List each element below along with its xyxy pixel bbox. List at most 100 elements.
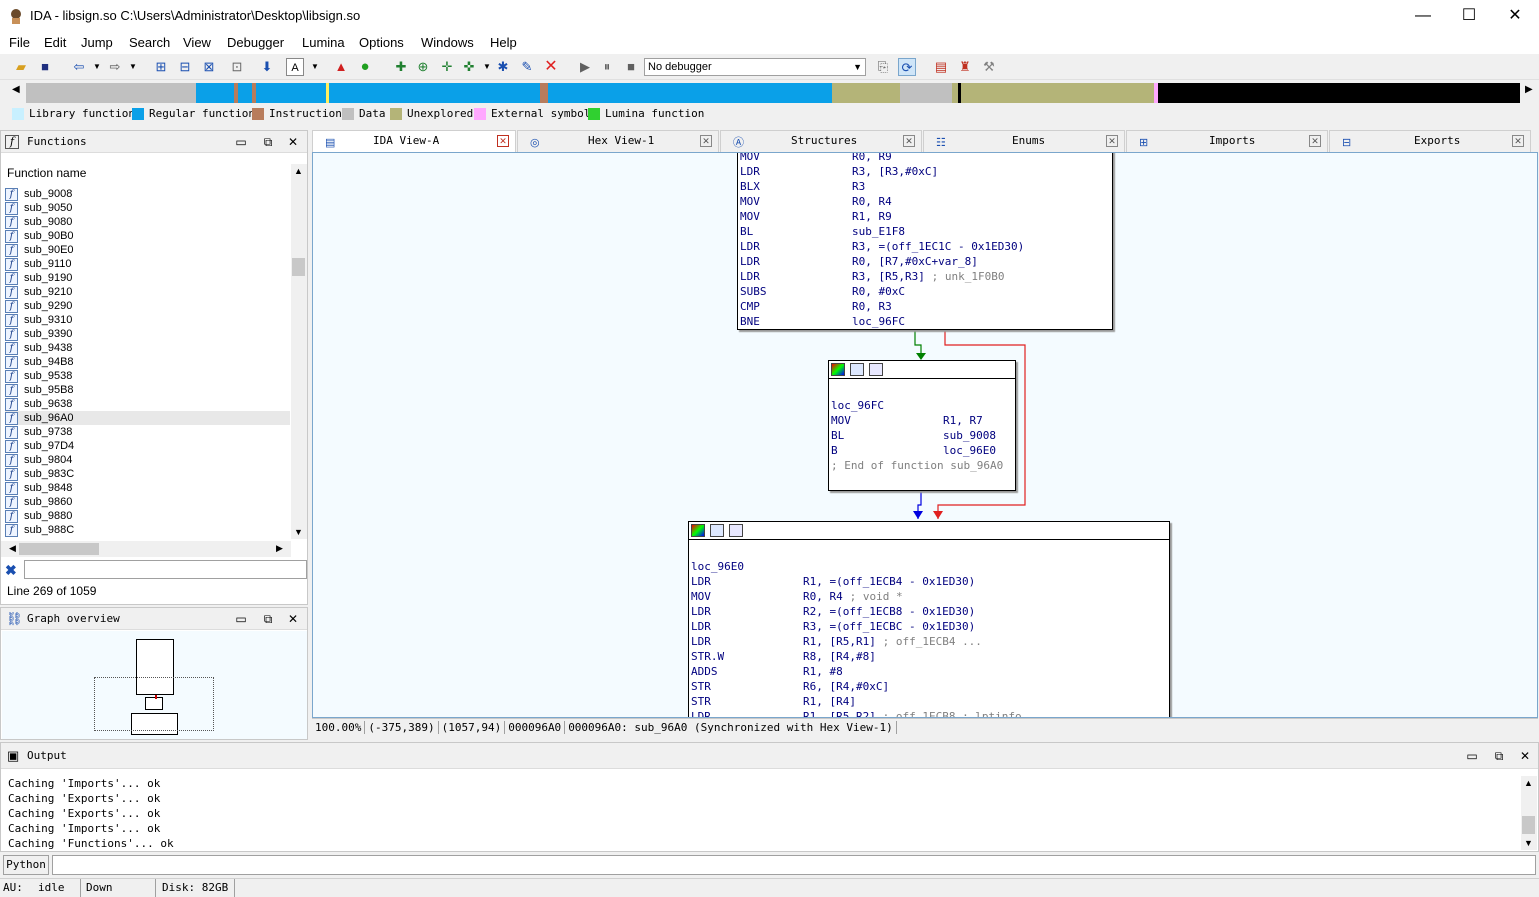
graph-icon[interactable]: ▤	[932, 58, 950, 76]
add-enum-icon[interactable]: ✛	[438, 58, 456, 76]
function-list-item[interactable]: f sub_96A0	[5, 411, 290, 425]
panel-maximize-icon[interactable]: ▭	[1465, 743, 1479, 769]
cli-language-button[interactable]: Python	[3, 855, 49, 875]
function-list-item[interactable]: f sub_9008	[5, 187, 290, 201]
asm-operands[interactable]: R8, [R4,#8]	[803, 649, 876, 664]
tab-close-icon[interactable]: ✕	[1106, 135, 1118, 147]
nav-right-arrow-icon[interactable]: ▶	[1525, 84, 1533, 95]
menu-windows[interactable]: Windows	[421, 35, 474, 50]
close-window-button[interactable]: ✕	[1492, 0, 1538, 32]
scroll-up-icon[interactable]: ▲	[1524, 778, 1533, 788]
asm-operands[interactable]: R0, R9	[852, 153, 892, 164]
forward-dropdown-icon[interactable]: ▼	[124, 58, 142, 76]
asm-operands[interactable]: R1, [R5,R2]	[803, 709, 876, 717]
function-list-item[interactable]: f sub_90E0	[5, 243, 290, 257]
tab-imports[interactable]: ⊞ Imports ✕	[1126, 130, 1328, 152]
asm-operands[interactable]: R0, R4	[803, 589, 843, 604]
label-loc-96e0[interactable]: loc_96E0	[691, 559, 744, 574]
scroll-up-icon[interactable]: ▲	[294, 166, 303, 176]
menu-help[interactable]: Help	[490, 35, 517, 50]
asm-operands[interactable]: R0, R3	[852, 299, 892, 314]
function-list-item[interactable]: f sub_9310	[5, 313, 290, 327]
back-dropdown-icon[interactable]: ▼	[88, 58, 106, 76]
menu-view[interactable]: View	[183, 35, 211, 50]
function-list-item[interactable]: f sub_9190	[5, 271, 290, 285]
flowchart-icon[interactable]: ♜	[956, 58, 974, 76]
asm-operands[interactable]: R2, =(off_1ECB8 - 0x1ED30)	[803, 604, 975, 619]
warning-icon[interactable]: ▲	[332, 58, 350, 76]
panel-float-icon[interactable]: ⧉	[261, 131, 275, 153]
hscroll-thumb[interactable]	[19, 543, 99, 555]
stop-icon[interactable]: ■	[622, 58, 640, 76]
scroll-right-icon[interactable]: ▶	[276, 543, 283, 554]
color-icon[interactable]	[691, 524, 705, 537]
menu-search[interactable]: Search	[129, 35, 170, 50]
function-list-item[interactable]: f sub_9880	[5, 509, 290, 523]
graph-node-loc-96fc[interactable]: loc_96FC MOV R1, R7 BL sub_9008 Bloc_96E0 ; …	[828, 360, 1016, 491]
graph-node-loc-96e0[interactable]: loc_96E0 LDR R1, =(off_1ECB4 - 0x1ED30) MO…	[688, 521, 1170, 717]
navigator-bar[interactable]	[26, 83, 1520, 103]
asm-operands[interactable]: loc_96FC	[852, 314, 905, 329]
debugger-select[interactable]: No debugger ▼	[644, 58, 866, 76]
output-scrollbar[interactable]: ▲ ▼	[1521, 776, 1537, 850]
function-list-item[interactable]: f sub_95B8	[5, 383, 290, 397]
jump-down-icon[interactable]: ⬇	[258, 58, 276, 76]
add-function-icon[interactable]: ✚	[392, 58, 410, 76]
green-circle-icon[interactable]: ●	[356, 58, 374, 76]
tab-hex-view-1[interactable]: ◎ Hex View-1 ✕	[517, 130, 719, 152]
asm-operands[interactable]: R0, #0xC	[852, 284, 905, 299]
asm-operands[interactable]: R1, [R4]	[803, 694, 856, 709]
function-list-item[interactable]: f sub_9110	[5, 257, 290, 271]
asm-operands[interactable]: R1, =(off_1ECB4 - 0x1ED30)	[803, 574, 975, 589]
asm-operands[interactable]: loc_96E0	[943, 443, 996, 458]
asm-operands[interactable]: R3	[852, 179, 865, 194]
tab-enums[interactable]: ☷ Enums ✕	[923, 130, 1125, 152]
function-list-hscrollbar[interactable]: ◀ ▶	[1, 541, 291, 557]
panel-float-icon[interactable]: ⧉	[261, 608, 275, 630]
tab-close-icon[interactable]: ✕	[903, 135, 915, 147]
asm-operands[interactable]: sub_E1F8	[852, 224, 905, 239]
graph-view[interactable]: MOV R0, R9 LDR R3, [R3,#0xC] BLX R3 MOV R0, R4 M…	[312, 152, 1538, 718]
color-icon[interactable]	[831, 363, 845, 376]
function-list-item[interactable]: f sub_9390	[5, 327, 290, 341]
xrefs-icon[interactable]: ⚒	[980, 58, 998, 76]
add-struct-icon[interactable]: ⊕	[414, 58, 432, 76]
open-file-icon[interactable]: ▰	[12, 58, 30, 76]
scroll-thumb[interactable]	[292, 258, 305, 276]
back-arrow-icon[interactable]: ⇦	[70, 58, 88, 76]
nav-left-arrow-icon[interactable]: ◀	[12, 84, 20, 95]
menu-file[interactable]: File	[9, 35, 30, 50]
scroll-down-icon[interactable]: ▼	[1524, 838, 1533, 848]
text-mode-dropdown-icon[interactable]: ▼	[306, 58, 324, 76]
delete-icon[interactable]: ✕	[542, 58, 560, 76]
search-next-icon[interactable]: ⊡	[228, 58, 246, 76]
scroll-left-icon[interactable]: ◀	[9, 543, 16, 554]
function-list-item[interactable]: f sub_9848	[5, 481, 290, 495]
group-node-icon[interactable]	[869, 363, 883, 376]
save-icon[interactable]: ■	[36, 58, 54, 76]
asm-operands[interactable]: R3, =(off_1EC1C - 0x1ED30)	[852, 239, 1024, 254]
panel-close-icon[interactable]: ✕	[286, 608, 300, 630]
function-filter-input[interactable]	[24, 560, 307, 579]
asm-operands[interactable]: R3, =(off_1ECBC - 0x1ED30)	[803, 619, 975, 634]
panel-float-icon[interactable]: ⧉	[1492, 743, 1506, 769]
asm-operands[interactable]: sub_9008	[943, 428, 996, 443]
function-list-item[interactable]: f sub_90B0	[5, 229, 290, 243]
edit-node-icon[interactable]	[710, 524, 724, 537]
function-list-item[interactable]: f sub_9638	[5, 397, 290, 411]
asm-operands[interactable]: R1, [R5,R1]	[803, 634, 876, 649]
add-segment-icon[interactable]: ✜	[460, 58, 478, 76]
function-list-item[interactable]: f sub_9804	[5, 453, 290, 467]
tab-ida-view-a[interactable]: ▤ IDA View-A ✕	[312, 130, 516, 152]
function-list-item[interactable]: f sub_9080	[5, 215, 290, 229]
function-list-item[interactable]: f sub_9290	[5, 299, 290, 313]
function-list-item[interactable]: f sub_988C	[5, 523, 290, 537]
asm-operands[interactable]: R6, [R4,#0xC]	[803, 679, 889, 694]
menu-debugger[interactable]: Debugger	[227, 35, 284, 50]
function-list-item[interactable]: f sub_983C	[5, 467, 290, 481]
function-list[interactable]: f sub_9008 f sub_9050 f sub_9080 f sub_90B0 f sub…	[1, 186, 291, 539]
tab-exports[interactable]: ⊟ Exports ✕	[1329, 130, 1531, 152]
edit-node-icon[interactable]	[850, 363, 864, 376]
function-list-item[interactable]: f sub_9438	[5, 341, 290, 355]
search-text-icon[interactable]: ⊟	[176, 58, 194, 76]
